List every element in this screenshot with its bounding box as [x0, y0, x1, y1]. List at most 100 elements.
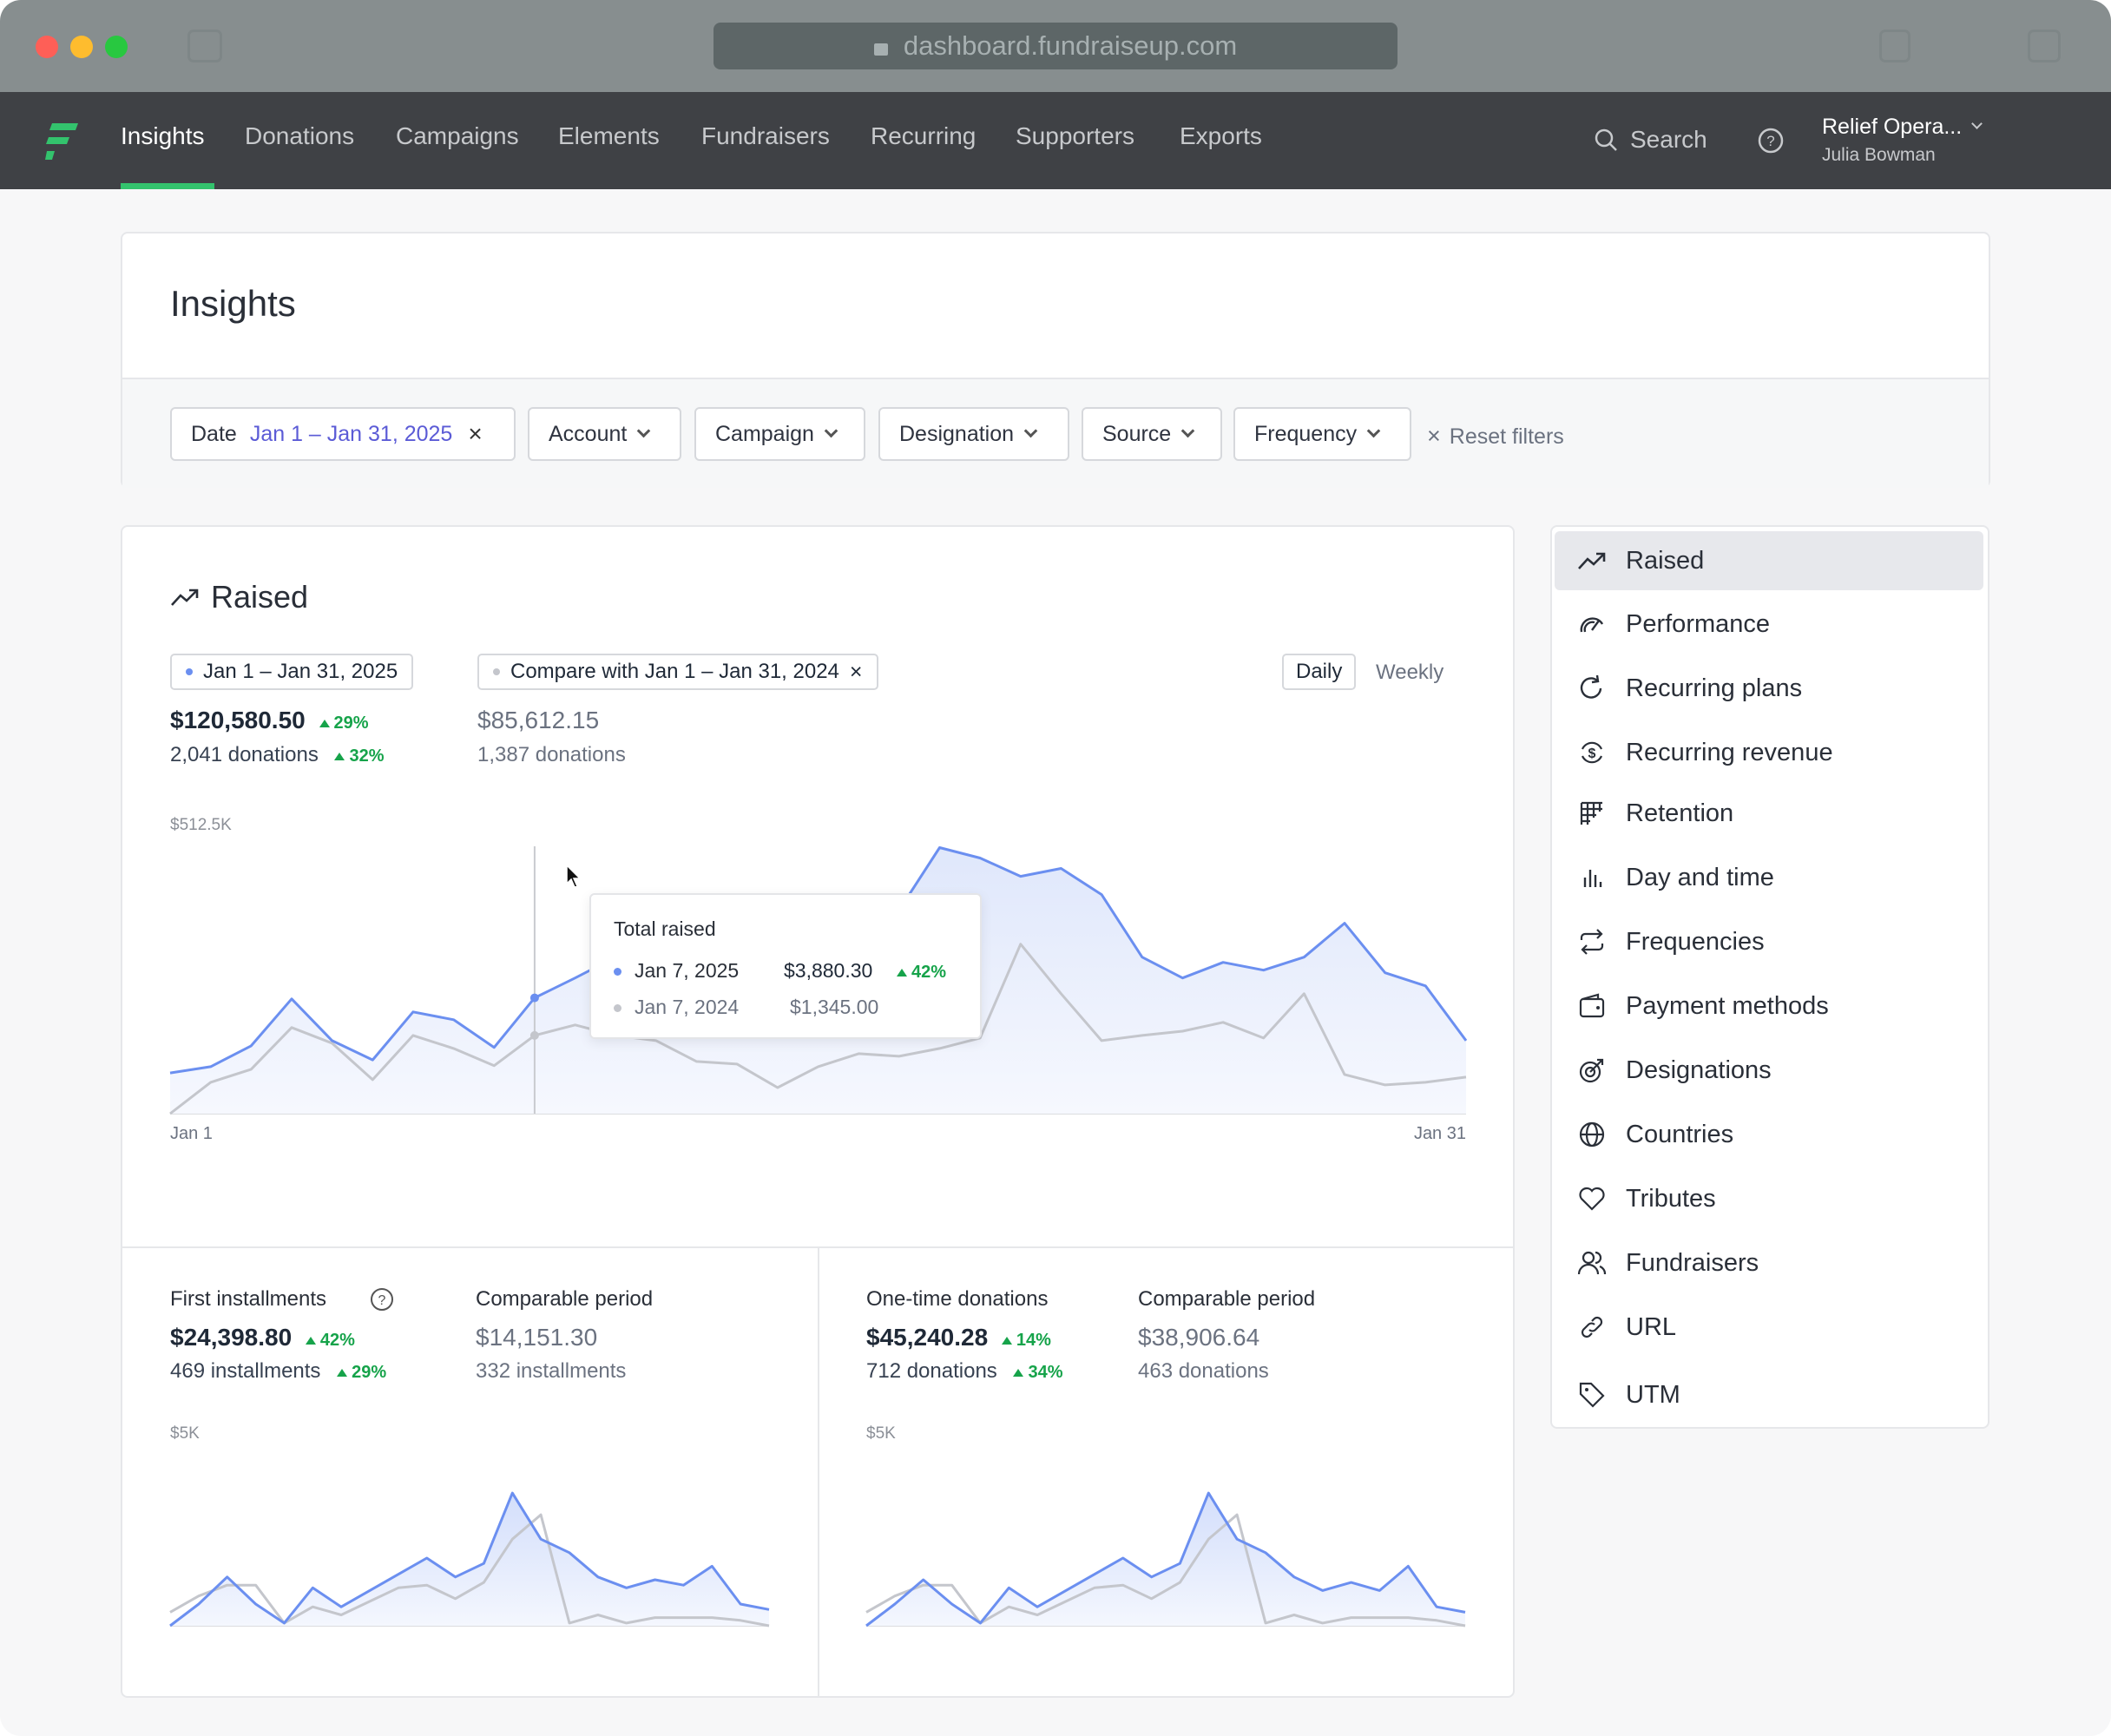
nav-elements[interactable]: Elements — [558, 122, 660, 150]
sidebar-item-raised[interactable]: Raised — [1555, 531, 1983, 590]
trend-up-icon — [1578, 552, 1606, 569]
frequency-filter[interactable]: Frequency — [1233, 407, 1411, 461]
first-installments-change: 42% — [319, 1331, 355, 1350]
close-window-button[interactable] — [36, 36, 58, 58]
sidebar-item-designations[interactable]: Designations — [1555, 1041, 1983, 1100]
tabs-overview-icon[interactable] — [2028, 30, 2061, 62]
first-installments-chart[interactable]: $5K — [122, 1412, 817, 1664]
trend-up-icon — [171, 589, 199, 606]
account-filter[interactable]: Account — [528, 407, 681, 461]
nav-exports[interactable]: Exports — [1180, 122, 1262, 150]
globe-icon — [1579, 1121, 1605, 1147]
minimize-window-button[interactable] — [70, 36, 93, 58]
y-axis-max-label: $5K — [170, 1424, 200, 1443]
current-series-dot — [186, 668, 193, 675]
nav-insights[interactable]: Insights — [121, 122, 205, 150]
compare-series-dot — [493, 668, 500, 675]
tooltip-current-value: $3,880.30 — [784, 959, 873, 982]
chevron-down-icon — [637, 424, 651, 438]
chevron-down-icon — [1180, 424, 1195, 438]
sidebar-item-performance[interactable]: Performance — [1555, 595, 1983, 654]
sidebar-item-label: Retention — [1626, 799, 1734, 827]
nav-supporters[interactable]: Supporters — [1016, 122, 1134, 150]
compare-series-dot — [614, 1004, 621, 1012]
wallet-icon — [1579, 993, 1605, 1018]
sidebar-item-label: Recurring plans — [1626, 674, 1803, 702]
tooltip-change-value: 42% — [911, 963, 947, 982]
tooltip-change: 42% — [897, 963, 946, 983]
first-installments-count-value: 469 installments — [170, 1359, 321, 1383]
close-icon[interactable]: × — [468, 420, 482, 448]
first-installments-amount: $24,398.80 — [170, 1324, 293, 1351]
sidebar-item-label: Performance — [1626, 609, 1771, 638]
svg-text:?: ? — [378, 1293, 386, 1308]
tooltip-prev-date: Jan 7, 2024 — [635, 996, 740, 1018]
link-icon — [1581, 1316, 1603, 1338]
first-installments-compare-value: $14,151.30 — [476, 1324, 598, 1351]
sidebar-item-retention[interactable]: Retention — [1555, 784, 1983, 843]
compare-donations: 1,387 donations — [477, 743, 626, 766]
current-period-chip[interactable]: Jan 1 – Jan 31, 2025 — [170, 654, 414, 690]
sidebar-item-label: Tributes — [1626, 1184, 1716, 1213]
heart-icon — [1579, 1187, 1605, 1211]
chevron-down-icon — [1971, 118, 1983, 129]
nav-campaigns[interactable]: Campaigns — [396, 122, 519, 150]
raised-card: Raised Jan 1 – Jan 31, 2025 Compare with… — [121, 525, 1515, 1698]
current-series-dot — [614, 968, 621, 976]
help-icon[interactable]: ? — [1757, 127, 1785, 155]
close-icon[interactable]: × — [850, 660, 863, 685]
source-filter[interactable]: Source — [1082, 407, 1222, 461]
daily-toggle[interactable]: Daily — [1282, 654, 1357, 690]
campaign-filter[interactable]: Campaign — [694, 407, 865, 461]
maximize-window-button[interactable] — [105, 36, 128, 58]
fundraiseup-logo[interactable] — [45, 122, 80, 161]
date-filter-chip[interactable]: Date Jan 1 – Jan 31, 2025 × — [170, 407, 516, 461]
one-time-count-change: 34% — [1028, 1363, 1063, 1382]
insights-sidebar: Raised Performance Recurring plans $ Rec… — [1550, 525, 1989, 1429]
compare-period-chip[interactable]: Compare with Jan 1 – Jan 31, 2024 × — [477, 654, 878, 690]
nav-fundraisers[interactable]: Fundraisers — [701, 122, 830, 150]
close-icon: × — [1427, 423, 1441, 449]
sidebar-item-frequencies[interactable]: Frequencies — [1555, 912, 1983, 971]
chevron-down-icon — [1366, 424, 1381, 438]
designation-filter[interactable]: Designation — [878, 407, 1069, 461]
sidebar-item-fundraisers[interactable]: Fundraisers — [1555, 1233, 1983, 1292]
x-axis-start-label: Jan 1 — [170, 1124, 213, 1143]
sidebar-item-tributes[interactable]: Tributes — [1555, 1169, 1983, 1228]
sidebar-item-recurring-revenue[interactable]: $ Recurring revenue — [1555, 723, 1983, 782]
sidebar-item-recurring-plans[interactable]: Recurring plans — [1555, 659, 1983, 718]
tag-icon — [1579, 1382, 1605, 1408]
account-filter-label: Account — [549, 421, 628, 446]
one-time-donations-chart[interactable]: $5K — [819, 1412, 1513, 1664]
sidebar-toggle-icon[interactable] — [187, 30, 222, 62]
address-bar[interactable]: dashboard.fundraiseup.com — [714, 23, 1397, 69]
y-axis-max-label: $512.5K — [170, 816, 232, 834]
refresh-icon — [1580, 674, 1602, 699]
campaign-filter-label: Campaign — [715, 421, 814, 446]
first-installments-count-change: 29% — [352, 1363, 387, 1382]
sidebar-item-url[interactable]: URL — [1555, 1298, 1983, 1357]
nav-donations[interactable]: Donations — [245, 122, 354, 150]
sidebar-item-utm[interactable]: UTM — [1555, 1365, 1983, 1424]
mouse-cursor-icon — [566, 864, 582, 888]
nav-recurring[interactable]: Recurring — [871, 122, 976, 150]
search-label: Search — [1630, 126, 1707, 153]
share-icon[interactable] — [1879, 30, 1910, 62]
one-time-compare-label: Comparable period — [1138, 1287, 1316, 1311]
one-time-amount: $45,240.28 — [866, 1324, 989, 1351]
sidebar-item-countries[interactable]: Countries — [1555, 1105, 1983, 1164]
sidebar-item-day-and-time[interactable]: Day and time — [1555, 848, 1983, 907]
one-time-change: 14% — [1016, 1331, 1051, 1350]
weekly-toggle[interactable]: Weekly — [1376, 661, 1444, 685]
search-button[interactable]: Search — [1594, 118, 1707, 161]
hover-point-compare — [529, 1030, 539, 1040]
help-icon[interactable]: ? — [369, 1286, 395, 1312]
reset-filters-button[interactable]: × Reset filters — [1427, 423, 1564, 450]
sidebar-item-label: Recurring revenue — [1626, 738, 1833, 766]
filter-bar: Date Jan 1 – Jan 31, 2025 × Account Camp… — [122, 378, 1989, 488]
sidebar-item-label: Fundraisers — [1626, 1248, 1759, 1277]
reset-filters-label: Reset filters — [1449, 424, 1564, 449]
sidebar-item-payment-methods[interactable]: Payment methods — [1555, 976, 1983, 1036]
account-switcher[interactable]: Relief Opera... Julia Bowman — [1822, 115, 1983, 166]
raised-total: $120,580.50 29% — [170, 707, 369, 734]
